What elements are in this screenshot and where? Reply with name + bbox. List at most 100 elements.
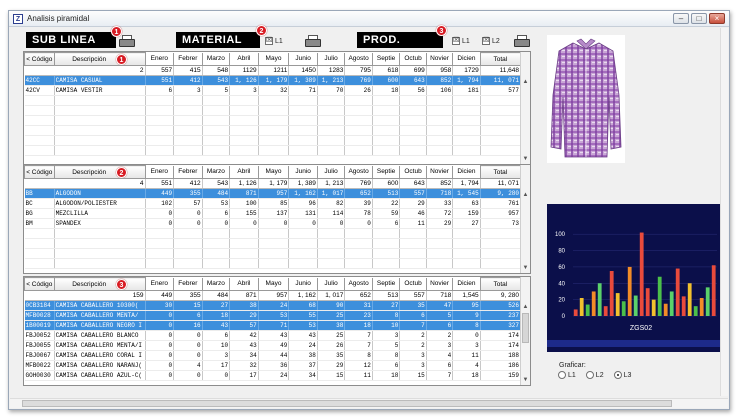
codigo-column-header[interactable]: < Código: [24, 277, 55, 291]
table-row[interactable]: FBJ0055 CAMISA CABALLERO MENTA/I 0 0 10 43 49 2…: [24, 340, 522, 351]
scroll-up-icon[interactable]: ▲: [521, 303, 530, 312]
prod-l2-checkbox[interactable]: ☒ L2: [482, 37, 500, 45]
month-column-header[interactable]: Octub: [399, 277, 427, 291]
month-column-header[interactable]: Agosto: [344, 52, 373, 66]
month-column-header[interactable]: Septie: [372, 165, 401, 179]
table-row[interactable]: BC ALGODON/POLIESTER 102 57 53 100 85 96 82 39 22 2…: [24, 198, 522, 209]
month-column-header[interactable]: Marzo: [202, 165, 231, 179]
month-column-header[interactable]: Dicien: [452, 165, 481, 179]
material-grid-panel[interactable]: < Código Descripción 2 Enero Febrer Marzo Abr…: [23, 164, 531, 274]
scroll-up-icon[interactable]: ▲: [521, 191, 530, 200]
graficar-radio-l3[interactable]: L3: [613, 371, 631, 379]
month-column-header[interactable]: Mayo: [258, 52, 290, 66]
prod-grid-scrollbar[interactable]: ▲ ▼: [520, 277, 530, 385]
value-cell: 8: [372, 310, 401, 321]
print-sublinea-icon[interactable]: [119, 35, 135, 47]
table-row[interactable]: 1B00019 CAMISA CABALLERO NEGRO I 0 16 43 57 71…: [24, 320, 522, 331]
sublinea-grid-scrollbar[interactable]: ▲ ▼: [520, 52, 530, 164]
month-column-header[interactable]: Dicien: [452, 52, 481, 66]
month-column-header[interactable]: Julio: [317, 165, 346, 179]
month-column-header[interactable]: Octub: [399, 165, 427, 179]
month-column-header[interactable]: Agosto: [344, 165, 373, 179]
month-column-header[interactable]: Febrer: [173, 277, 203, 291]
table-row[interactable]: MFB0028 CAMISA CABALLERO MENTA/0 6 18 29 53 55…: [24, 310, 522, 321]
scrollbar-thumb[interactable]: [522, 313, 529, 343]
material-l1-checkbox[interactable]: ☒ L1: [265, 37, 283, 45]
table-row[interactable]: MFB0022 CAMISA CABALLERO NARANJ(0 4 17 32 36 3…: [24, 360, 522, 371]
window-vertical-scrollbar[interactable]: [720, 28, 728, 396]
codigo-column-header[interactable]: < Código: [24, 165, 55, 179]
total-cell: 699: [399, 65, 427, 76]
month-column-header[interactable]: Mayo: [258, 277, 290, 291]
graficar-radio-l1[interactable]: L1: [558, 371, 576, 379]
scroll-down-icon[interactable]: ▼: [521, 155, 530, 164]
prod-grid-panel[interactable]: < Código Descripción 3 Enero Febrer Marzo Abr…: [23, 276, 531, 386]
close-button[interactable]: ×: [709, 13, 725, 24]
table-row[interactable]: 42CC CAMISA CASUAL 551 412 543 1, 126 1, 179 1,…: [24, 75, 522, 86]
month-column-header[interactable]: Novier: [426, 52, 454, 66]
value-cell: 159: [452, 208, 481, 219]
table-row[interactable]: 42CV CAMISA VESTIR 6 3 5 3 32 71 70 26 18 56 106 181 5…: [24, 85, 522, 96]
material-grid-scrollbar[interactable]: ▲ ▼: [520, 165, 530, 273]
value-cell: 7: [344, 330, 373, 341]
month-column-header[interactable]: Mayo: [258, 165, 290, 179]
value-cell: 36: [258, 360, 290, 371]
month-column-header[interactable]: Agosto: [344, 277, 373, 291]
month-column-header[interactable]: Marzo: [202, 277, 231, 291]
scroll-up-icon[interactable]: ▲: [521, 78, 530, 87]
month-column-header[interactable]: Abril: [229, 277, 259, 291]
descripcion-column-header[interactable]: Descripción 2: [53, 165, 146, 179]
value-cell: 852: [426, 75, 454, 86]
month-column-header[interactable]: Febrer: [173, 165, 203, 179]
print-prod-icon[interactable]: [514, 35, 530, 47]
month-column-header[interactable]: Septie: [372, 52, 401, 66]
hscroll-thumb[interactable]: [22, 400, 672, 407]
window-horizontal-scrollbar[interactable]: [10, 398, 728, 408]
month-column-header[interactable]: Enero: [145, 165, 175, 179]
month-column-header[interactable]: Total: [479, 165, 522, 179]
month-column-header[interactable]: Septie: [372, 277, 401, 291]
month-column-header[interactable]: Total: [479, 52, 522, 66]
total-cell: 1283: [317, 65, 346, 76]
month-column-header[interactable]: Total: [479, 277, 522, 291]
table-row[interactable]: 0CB3184 CAMISA CABALLERO 10300(30 15 27 38 24…: [24, 300, 522, 311]
print-material-icon[interactable]: [305, 35, 321, 47]
total-cell: 1, 213: [317, 178, 346, 189]
month-column-header[interactable]: Enero: [145, 52, 175, 66]
month-column-header[interactable]: Novier: [426, 277, 454, 291]
month-column-header[interactable]: Febrer: [173, 52, 203, 66]
descripcion-column-header[interactable]: Descripción 3: [53, 277, 146, 291]
value-cell: 7: [344, 340, 373, 351]
value-cell: 526: [480, 300, 522, 311]
scroll-down-icon[interactable]: ▼: [521, 264, 530, 273]
sublinea-grid-panel[interactable]: < Código Descripción 1 Enero Febrer Marzo Abr…: [23, 51, 531, 165]
month-column-header[interactable]: Junio: [288, 165, 318, 179]
month-column-header[interactable]: Junio: [288, 52, 318, 66]
grid2-totals-row: 4 551 412 543 1, 126 1, 179 1, 389 1, 213 769 600…: [24, 178, 522, 189]
value-cell: 1, 389: [288, 75, 318, 86]
month-column-header[interactable]: Octub: [399, 52, 427, 66]
codigo-column-header[interactable]: < Código: [24, 52, 55, 66]
month-column-header[interactable]: Junio: [288, 277, 318, 291]
maximize-button[interactable]: □: [691, 13, 707, 24]
month-column-header[interactable]: Abril: [229, 52, 259, 66]
table-row[interactable]: BG MEZCLILLA 0 0 6 155 137 131 114 78 59 46 72 159 957: [24, 208, 522, 219]
table-row[interactable]: FBJ0052 CAMISA CABALLERO BLANCO 0 0 6 42 43 43 2…: [24, 330, 522, 341]
descripcion-column-header[interactable]: Descripción 1: [53, 52, 146, 66]
graficar-radio-l2[interactable]: L2: [585, 371, 604, 379]
month-column-header[interactable]: Dicien: [452, 277, 481, 291]
table-row[interactable]: BM SPANDEX 0 0 0 0 0 0 0 0 6 11 29 27 73: [24, 218, 522, 229]
month-column-header[interactable]: Abril: [229, 165, 259, 179]
month-column-header[interactable]: Enero: [145, 277, 175, 291]
prod-l1-checkbox[interactable]: ☒ L1: [452, 37, 470, 45]
month-column-header[interactable]: Marzo: [202, 52, 231, 66]
table-row[interactable]: BB ALGODON 449 355 484 871 957 1, 162 1, 017 652 5…: [24, 188, 522, 199]
table-row[interactable]: FBJ0067 CAMISA CABALLERO CORAL I 0 0 3 34 44 38…: [24, 350, 522, 361]
table-row[interactable]: GOH0030 CAMISA CABALLERO AZUL-C(0 0 0 17 24 34…: [24, 370, 522, 381]
month-column-header[interactable]: Novier: [426, 165, 454, 179]
scroll-down-icon[interactable]: ▼: [521, 376, 530, 385]
minimize-button[interactable]: –: [673, 13, 689, 24]
value-cell: 39: [344, 198, 373, 209]
month-column-header[interactable]: Julio: [317, 277, 346, 291]
month-column-header[interactable]: Julio: [317, 52, 346, 66]
